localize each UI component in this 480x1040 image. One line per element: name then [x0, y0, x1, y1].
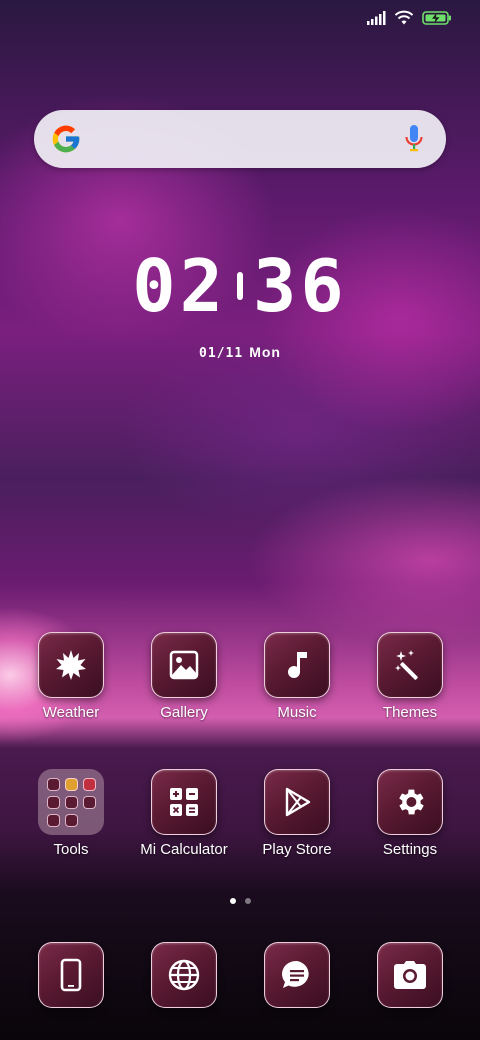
page-dot-active[interactable] — [229, 898, 236, 904]
date-value: 01/11 — [199, 346, 244, 361]
app-label: Weather — [42, 704, 100, 721]
date-label: 01/11 Mon — [0, 344, 480, 361]
status-bar — [366, 10, 452, 26]
calculator-icon — [151, 769, 217, 835]
dock-messages[interactable] — [242, 942, 352, 1008]
app-label: Gallery — [160, 704, 208, 721]
folder-mini-app-icon — [64, 813, 78, 827]
app-label: Music — [277, 704, 317, 721]
app-label: Settings — [382, 841, 438, 858]
app-music[interactable]: Music — [242, 632, 352, 721]
app-settings[interactable]: Settings — [355, 769, 465, 858]
folder-mini-app-icon — [64, 795, 78, 809]
weather-icon — [38, 632, 104, 698]
clock-separator — [237, 272, 243, 301]
dock-camera[interactable] — [355, 942, 465, 1008]
battery-charging-icon — [422, 11, 451, 25]
app-label: Mi Calculator — [140, 841, 228, 858]
app-label: Themes — [382, 704, 438, 721]
google-g-icon — [52, 125, 80, 153]
folder-mini-app-icon — [46, 813, 60, 827]
app-label: Play Store — [262, 841, 332, 858]
gallery-icon — [151, 632, 217, 698]
google-search-bar[interactable] — [34, 110, 446, 168]
page-dot[interactable] — [244, 898, 251, 904]
camera-icon — [377, 942, 443, 1008]
folder-mini-app-icon — [46, 795, 60, 809]
app-gallery[interactable]: Gallery — [129, 632, 239, 721]
app-weather[interactable]: Weather — [16, 632, 126, 721]
app-mi-calculator[interactable]: Mi Calculator — [129, 769, 239, 858]
app-label: Tools — [53, 841, 89, 858]
themes-icon — [377, 632, 443, 698]
dock-phone[interactable] — [16, 942, 126, 1008]
gear-icon — [377, 769, 443, 835]
folder-mini-app-icon — [82, 795, 96, 809]
phone-icon — [38, 942, 104, 1008]
folder-mini-app-icon — [82, 777, 96, 791]
wifi-icon — [394, 10, 414, 25]
folder-icon — [38, 769, 104, 835]
clock-hours: 02 — [132, 244, 227, 328]
play-store-icon — [264, 769, 330, 835]
app-themes[interactable]: Themes — [355, 632, 465, 721]
folder-mini-app-icon — [64, 777, 78, 791]
messages-icon — [264, 942, 330, 1008]
mic-icon[interactable] — [404, 124, 424, 154]
app-tools-folder[interactable]: Tools — [16, 769, 126, 858]
weekday-value: Mon — [249, 344, 281, 360]
signal-icon — [367, 11, 386, 25]
music-icon — [264, 632, 330, 698]
clock-widget[interactable]: 02 36 — [0, 246, 480, 326]
page-indicator — [0, 898, 480, 904]
dock-browser[interactable] — [129, 942, 239, 1008]
app-play-store[interactable]: Play Store — [242, 769, 352, 858]
browser-globe-icon — [151, 942, 217, 1008]
clock-minutes: 36 — [253, 244, 348, 328]
folder-mini-app-icon — [46, 777, 60, 791]
